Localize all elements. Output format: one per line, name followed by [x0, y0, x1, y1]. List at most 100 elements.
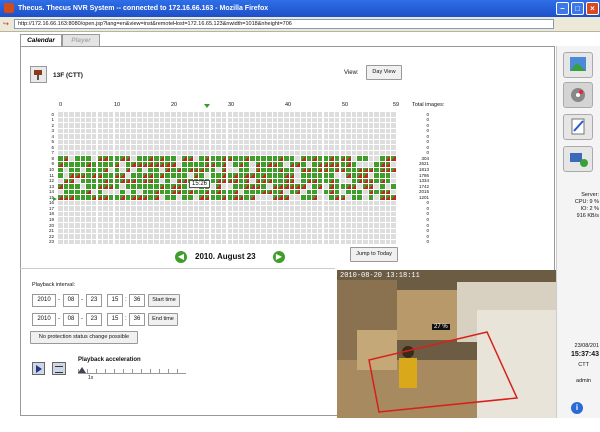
- grid-cell[interactable]: [267, 161, 272, 167]
- grid-cell[interactable]: [391, 184, 396, 189]
- grid-cell[interactable]: [250, 217, 255, 223]
- grid-cell[interactable]: [334, 161, 340, 167]
- grid-cell[interactable]: [317, 173, 323, 178]
- grid-cell[interactable]: [125, 128, 131, 134]
- grid-cell[interactable]: [131, 117, 137, 123]
- grid-cell[interactable]: [171, 178, 176, 184]
- grid-cell[interactable]: [391, 206, 396, 211]
- grid-cell[interactable]: [368, 200, 374, 206]
- start-day-field[interactable]: 23: [86, 294, 102, 307]
- grid-cell[interactable]: [295, 195, 300, 200]
- grid-cell[interactable]: [295, 178, 300, 184]
- grid-cell[interactable]: [267, 128, 272, 134]
- grid-cell[interactable]: [159, 200, 165, 206]
- grid-cell[interactable]: [142, 228, 148, 234]
- grid-cell[interactable]: [368, 112, 374, 117]
- grid-cell[interactable]: [103, 112, 108, 117]
- grid-cell[interactable]: [125, 206, 131, 211]
- grid-cell[interactable]: [182, 145, 187, 150]
- grid-cell[interactable]: [58, 139, 63, 145]
- grid-cell[interactable]: [63, 189, 69, 195]
- grid-cell[interactable]: [289, 234, 295, 239]
- grid-cell[interactable]: [289, 195, 295, 200]
- grid-cell[interactable]: [278, 223, 283, 228]
- grid-cell[interactable]: [317, 223, 323, 228]
- grid-cell[interactable]: [300, 217, 306, 223]
- grid-cell[interactable]: [58, 189, 63, 195]
- grid-cell[interactable]: [391, 128, 396, 134]
- grid-cell[interactable]: [267, 156, 272, 161]
- grid-cell[interactable]: [63, 234, 69, 239]
- grid-cell[interactable]: [289, 200, 295, 206]
- grid-cell[interactable]: [187, 223, 193, 228]
- grid-cell[interactable]: [238, 123, 244, 128]
- image-view-button[interactable]: [563, 52, 593, 78]
- grid-cell[interactable]: [74, 167, 80, 173]
- grid-cell[interactable]: [137, 184, 142, 189]
- grid-cell[interactable]: [295, 150, 300, 156]
- grid-cell[interactable]: [199, 156, 204, 161]
- grid-cell[interactable]: [148, 117, 153, 123]
- grid-cell[interactable]: [97, 139, 103, 145]
- grid-cell[interactable]: [284, 173, 289, 178]
- grid-cell[interactable]: [334, 189, 340, 195]
- grid-cell[interactable]: [86, 195, 91, 200]
- grid-cell[interactable]: [74, 117, 80, 123]
- grid-cell[interactable]: [74, 145, 80, 150]
- grid-cell[interactable]: [165, 211, 170, 217]
- grid-cell[interactable]: [182, 139, 187, 145]
- grid-cell[interactable]: [137, 195, 142, 200]
- grid-cell[interactable]: [317, 123, 323, 128]
- start-time-button[interactable]: Start time: [148, 294, 180, 307]
- grid-cell[interactable]: [317, 139, 323, 145]
- grid-cell[interactable]: [334, 128, 340, 134]
- grid-cell[interactable]: [131, 167, 137, 173]
- grid-cell[interactable]: [193, 139, 199, 145]
- grid-cell[interactable]: [125, 239, 131, 245]
- grid-cell[interactable]: [74, 239, 80, 245]
- grid-cell[interactable]: [171, 117, 176, 123]
- info-icon[interactable]: i: [571, 402, 583, 414]
- grid-cell[interactable]: [80, 195, 86, 200]
- grid-cell[interactable]: [210, 211, 216, 217]
- grid-cell[interactable]: [272, 134, 278, 139]
- grid-cell[interactable]: [131, 150, 137, 156]
- grid-cell[interactable]: [103, 128, 108, 134]
- grid-cell[interactable]: [216, 189, 221, 195]
- grid-cell[interactable]: [69, 150, 74, 156]
- grid-cell[interactable]: [171, 228, 176, 234]
- grid-cell[interactable]: [165, 184, 170, 189]
- grid-cell[interactable]: [221, 123, 227, 128]
- grid-cell[interactable]: [199, 117, 204, 123]
- grid-cell[interactable]: [261, 239, 266, 245]
- grid-cell[interactable]: [233, 145, 238, 150]
- grid-cell[interactable]: [300, 223, 306, 228]
- grid-cell[interactable]: [385, 112, 391, 117]
- grid-cell[interactable]: [187, 139, 193, 145]
- grid-cell[interactable]: [159, 134, 165, 139]
- grid-cell[interactable]: [148, 195, 153, 200]
- grid-cell[interactable]: [272, 123, 278, 128]
- grid-cell[interactable]: [289, 184, 295, 189]
- grid-cell[interactable]: [216, 228, 221, 234]
- grid-cell[interactable]: [233, 184, 238, 189]
- grid-cell[interactable]: [227, 217, 233, 223]
- grid-cell[interactable]: [284, 123, 289, 128]
- grid-cell[interactable]: [272, 128, 278, 134]
- grid-cell[interactable]: [334, 139, 340, 145]
- grid-cell[interactable]: [148, 161, 153, 167]
- grid-cell[interactable]: [125, 134, 131, 139]
- grid-cell[interactable]: [176, 195, 182, 200]
- grid-cell[interactable]: [255, 161, 261, 167]
- grid-cell[interactable]: [250, 195, 255, 200]
- grid-cell[interactable]: [176, 139, 182, 145]
- grid-cell[interactable]: [114, 139, 120, 145]
- grid-cell[interactable]: [357, 206, 363, 211]
- grid-cell[interactable]: [108, 161, 114, 167]
- grid-cell[interactable]: [363, 200, 368, 206]
- grid-cell[interactable]: [108, 178, 114, 184]
- grid-cell[interactable]: [300, 112, 306, 117]
- grid-cell[interactable]: [193, 167, 199, 173]
- grid-cell[interactable]: [255, 156, 261, 161]
- grid-cell[interactable]: [227, 156, 233, 161]
